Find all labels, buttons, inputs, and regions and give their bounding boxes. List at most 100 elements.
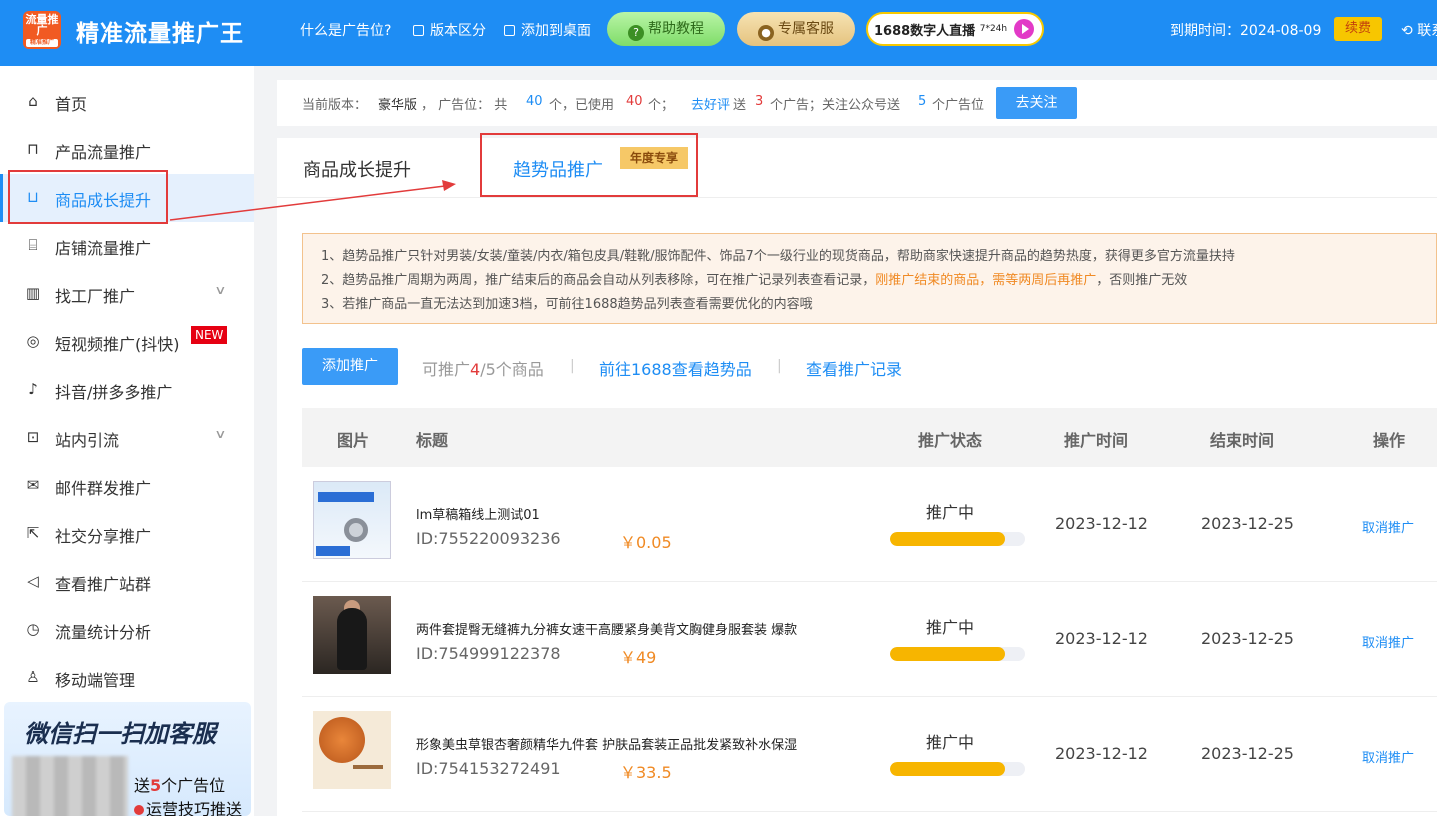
sidebar-item-short-video[interactable]: ◎ 短视频推广(抖快) NEW [0, 318, 254, 366]
tab-highlight-box [480, 133, 698, 197]
promo-line-gift: 送5个广告位 [134, 772, 225, 796]
product-image[interactable] [313, 596, 391, 674]
product-title[interactable]: 两件套提臀无缝裤九分裤女速干高腰紧身美背文胸健身服套装 爆款 [416, 619, 797, 638]
cancel-promotion-link[interactable]: 取消推广 [1362, 517, 1414, 536]
notice-box: 1、趋势品推广只针对男装/女装/童装/内衣/箱包皮具/鞋靴/服饰配件、饰品7个一… [302, 233, 1437, 324]
sidebar-item-home[interactable]: ⌂ 首页 [0, 78, 254, 126]
factory-icon: ▥ [25, 284, 41, 302]
sidebar-item-mobile[interactable]: ♙ 移动端管理 [0, 654, 254, 702]
sidebar-item-label: 查看推广站群 [55, 575, 152, 594]
tab-product-growth[interactable]: 商品成长提升 [303, 156, 411, 182]
customer-service-button[interactable]: ● 专属客服 [737, 12, 855, 46]
follow-button[interactable]: 去关注 [996, 87, 1077, 119]
live-stream-button[interactable]: 1688数字人直播 7*24h [866, 12, 1044, 46]
quota-pre: 可推广 [422, 360, 471, 379]
col-image: 图片 [337, 431, 370, 450]
sidebar-item-store-traffic[interactable]: ⌸ 店铺流量推广 [0, 222, 254, 270]
view-trend-products-link[interactable]: 前往1688查看趋势品 [599, 356, 752, 380]
sidebar-item-label: 店铺流量推广 [55, 239, 152, 258]
help-tutorial-label: 帮助教程 [648, 21, 704, 37]
sidebar-item-label: 产品流量推广 [55, 143, 152, 162]
table-row: 两件套提臀无缝裤九分裤女速干高腰紧身美背文胸健身服套装 爆款 ID:754999… [302, 582, 1437, 697]
review-num: 3 [755, 94, 764, 109]
ad-unit: 个； [648, 98, 675, 113]
live-stream-sup: 7*24h [979, 24, 1008, 34]
notice-line-2-warning: 刚推广结束的商品，需等两周后再推广 [875, 273, 1097, 288]
version-compare-link[interactable]: 版本区分 [413, 20, 486, 40]
start-date: 2023-12-12 [1055, 514, 1148, 533]
cancel-promotion-link[interactable]: 取消推广 [1362, 632, 1414, 651]
table-header: 图片 标题 推广状态 推广时间 结束时间 操作 [302, 408, 1437, 467]
sidebar-item-stats[interactable]: ◷ 流量统计分析 [0, 606, 254, 654]
logo-sub: 精准推广 [26, 39, 58, 47]
sidebar-item-label: 移动端管理 [55, 671, 136, 690]
chevron-down-icon: ∨ [214, 427, 227, 441]
progress-fill [890, 647, 1005, 661]
progress-fill [890, 762, 1005, 776]
mail-icon: ✉ [26, 476, 40, 494]
promo-gift-pre: 送 [134, 776, 151, 795]
quota-post: /5个商品 [480, 360, 544, 379]
product-price: ￥49 [620, 648, 657, 667]
start-date: 2023-12-12 [1055, 629, 1148, 648]
customer-service-label: 专属客服 [778, 21, 834, 37]
add-to-desktop-link[interactable]: 添加到桌面 [504, 20, 591, 40]
app-title: 精准流量推广王 [76, 21, 244, 47]
promo-title: 微信扫一扫加客服 [24, 720, 216, 748]
product-price: ￥33.5 [620, 763, 672, 782]
view-records-link[interactable]: 查看推广记录 [806, 356, 902, 380]
cancel-promotion-link[interactable]: 取消推广 [1362, 747, 1414, 766]
promotion-status: 推广中 [926, 733, 975, 752]
promotion-progress-bar [890, 762, 1025, 776]
end-date: 2023-12-25 [1201, 744, 1294, 763]
sidebar-highlight-box [8, 170, 168, 224]
sidebar-item-site-group[interactable]: ◁ 查看推广站群 [0, 558, 254, 606]
col-start-time: 推广时间 [1064, 431, 1129, 450]
product-image[interactable] [313, 711, 391, 789]
help-tutorial-button[interactable]: ? 帮助教程 [607, 12, 725, 46]
user-icon: ♙ [26, 668, 40, 686]
col-action: 操作 [1373, 431, 1406, 450]
product-id: ID:755220093236 [416, 529, 561, 548]
headset-icon: ● [758, 25, 774, 41]
what-is-ad-link[interactable]: 什么是广告位? [300, 20, 391, 40]
ad-used-label: 个，已使用 [549, 98, 615, 113]
sidebar-item-douyin-pdd[interactable]: ♪ 抖音/拼多多推广 [0, 366, 254, 414]
ad-label: ， 广告位： 共 [421, 98, 508, 113]
product-title[interactable]: 形象美虫草银杏奢颜精华九件套 护肤品套装正品批发紧致补水保湿 [416, 734, 797, 753]
separator: | [777, 358, 782, 374]
main-content: 1、趋势品推广只针对男装/女装/童装/内衣/箱包皮具/鞋靴/服饰配件、饰品7个一… [277, 198, 1437, 816]
wechat-promo: 微信扫一扫加客服 送5个广告位 运营技巧推送 [4, 702, 251, 816]
sidebar-item-onsite-traffic[interactable]: ⊡ 站内引流 ∨ [0, 414, 254, 462]
megaphone-icon: ◁ [27, 572, 39, 590]
sidebar-item-label: 流量统计分析 [55, 623, 152, 642]
chevron-down-icon: ∨ [214, 283, 227, 297]
contact-link[interactable]: ⟲ 联系 [1401, 20, 1437, 40]
play-icon [1014, 19, 1034, 39]
sidebar-item-email[interactable]: ✉ 邮件群发推广 [0, 462, 254, 510]
book-icon [413, 25, 424, 36]
add-promotion-button[interactable]: 添加推广 [302, 348, 398, 385]
product-id: ID:754153272491 [416, 759, 561, 778]
table-row: lm草稿箱线上测试01 ID:755220093236 ￥0.05 推广中 20… [302, 467, 1437, 582]
tiktok-icon: ♪ [28, 380, 38, 398]
product-image[interactable] [313, 481, 391, 559]
sidebar-item-product-traffic[interactable]: ⊓ 产品流量推广 [0, 126, 254, 174]
tab-bar: 商品成长提升 趋势品推广 年度专享 [277, 138, 1437, 198]
home-icon: ⌂ [28, 92, 38, 110]
sidebar-item-factory[interactable]: ▥ 找工厂推广 ∨ [0, 270, 254, 318]
sidebar-item-label: 首页 [55, 95, 88, 114]
instagram-icon: ◎ [26, 332, 40, 350]
question-icon: ? [628, 25, 644, 41]
live-stream-label: 1688数字人直播 [874, 24, 976, 39]
renew-button[interactable]: 续费 [1334, 17, 1382, 41]
promotion-progress-bar [890, 532, 1025, 546]
product-title[interactable]: lm草稿箱线上测试01 [416, 504, 540, 523]
sidebar-item-label: 短视频推广(抖快) [55, 335, 180, 354]
sidebar-item-social-share[interactable]: ⇱ 社交分享推广 [0, 510, 254, 558]
follow-post: 个广告位 [932, 98, 985, 113]
notice-line-2-pre: 2、趋势品推广周期为两周，推广结束后的商品会自动从列表移除，可在推广记录列表查看… [321, 273, 876, 288]
app-logo[interactable]: 流量推广 精准推广 [23, 11, 61, 49]
store-icon: ⌸ [28, 236, 38, 254]
review-link[interactable]: 去好评 [691, 94, 730, 113]
